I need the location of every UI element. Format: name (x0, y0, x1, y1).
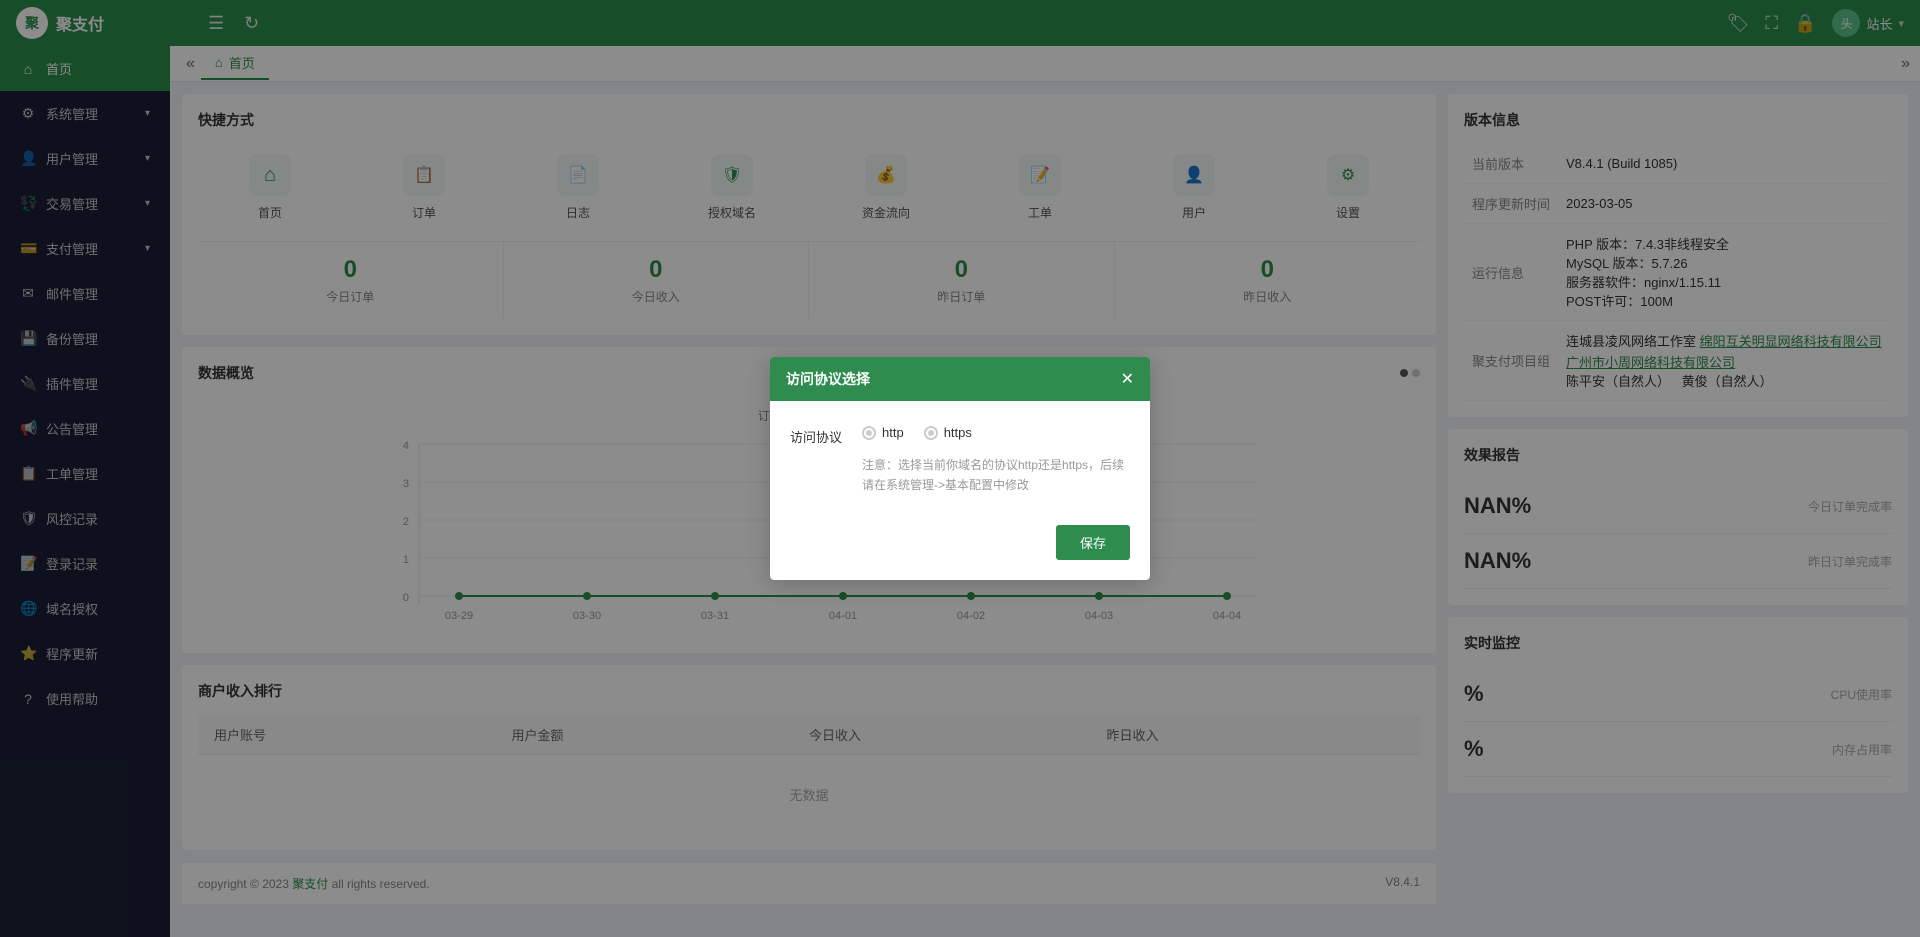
modal-close-button[interactable]: ✕ (1121, 369, 1134, 389)
modal-options: http https (862, 425, 972, 440)
save-button[interactable]: 保存 (1056, 525, 1130, 560)
modal-header: 访问协议选择 ✕ (770, 357, 1150, 401)
radio-http-circle (862, 426, 876, 440)
protocol-label: 访问协议 (790, 425, 850, 446)
modal-body: 访问协议 http https 注意： (770, 401, 1150, 514)
modal-overlay[interactable]: 访问协议选择 ✕ 访问协议 http ht (0, 0, 1920, 937)
radio-http[interactable]: http (862, 425, 904, 440)
http-label: http (882, 425, 904, 440)
protocol-modal: 访问协议选择 ✕ 访问协议 http ht (770, 357, 1150, 579)
radio-https[interactable]: https (924, 425, 972, 440)
modal-footer: 保存 (770, 515, 1150, 580)
https-label: https (944, 425, 972, 440)
modal-protocol-row: 访问协议 http https (790, 425, 1130, 446)
modal-note: 注意：选择当前你域名的协议http还是https，后续请在系统管理->基本配置中… (790, 456, 1130, 494)
radio-https-circle (924, 426, 938, 440)
modal-title: 访问协议选择 (786, 369, 870, 389)
